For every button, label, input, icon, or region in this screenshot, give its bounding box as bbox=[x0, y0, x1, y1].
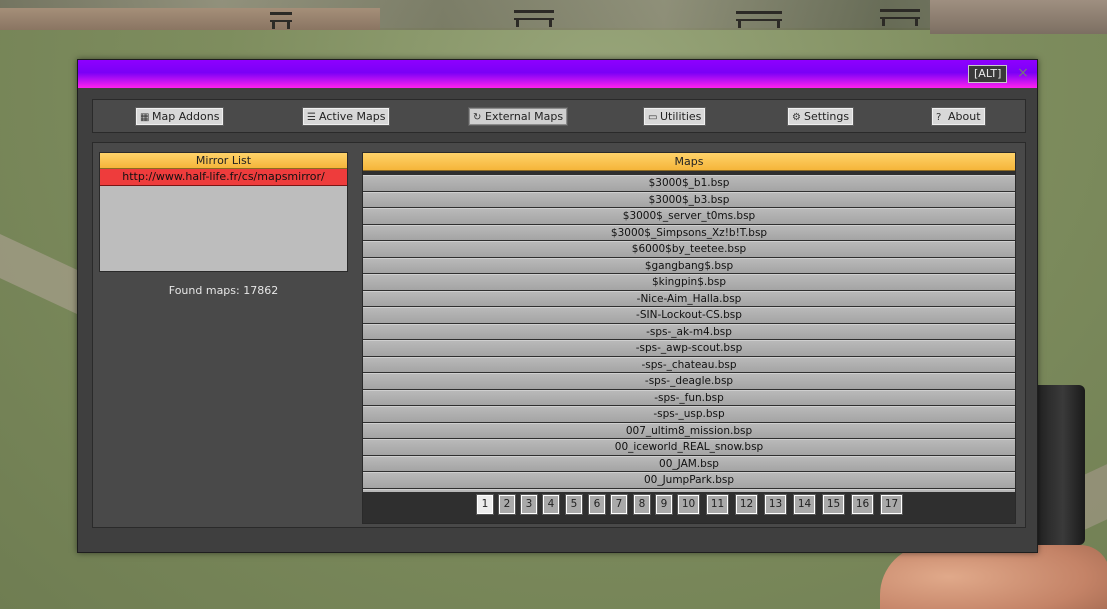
map-list-item[interactable]: 00_JumpPark.bsp bbox=[363, 472, 1015, 488]
map-list-item[interactable]: $3000$_b1.bsp bbox=[363, 175, 1015, 191]
stone-wall-right bbox=[930, 0, 1107, 34]
external-maps-button[interactable]: ↻ External Maps bbox=[468, 107, 569, 126]
page-button-17[interactable]: 17 bbox=[881, 495, 902, 514]
settings-button[interactable]: ⚙ Settings bbox=[787, 107, 855, 126]
map-list-item[interactable]: $gangbang$.bsp bbox=[363, 257, 1015, 273]
map-addons-label: Map Addons bbox=[152, 110, 220, 123]
close-button[interactable]: × bbox=[1015, 63, 1031, 83]
utilities-button[interactable]: ▭ Utilities bbox=[643, 107, 707, 126]
page-button-3[interactable]: 3 bbox=[521, 495, 537, 514]
page-button-14[interactable]: 14 bbox=[794, 495, 815, 514]
map-list-item[interactable]: -sps-_fun.bsp bbox=[363, 389, 1015, 405]
map-list-item[interactable]: $3000$_b3.bsp bbox=[363, 191, 1015, 207]
map-list-item[interactable]: 00_JAM.bsp bbox=[363, 455, 1015, 471]
grid-icon: ▦ bbox=[140, 112, 150, 123]
settings-label: Settings bbox=[804, 110, 850, 123]
map-list-item[interactable]: $3000$_Simpsons_Xz!b!T.bsp bbox=[363, 224, 1015, 240]
pagination: 1 2 3 4 5 6 7 8 9 10 11 12 13 14 15 16 17 bbox=[363, 494, 1015, 516]
page-button-1[interactable]: 1 bbox=[477, 495, 493, 514]
map-addons-button[interactable]: ▦ Map Addons bbox=[135, 107, 225, 126]
mirror-list-header: Mirror List bbox=[100, 153, 347, 169]
page-button-15[interactable]: 15 bbox=[823, 495, 844, 514]
active-maps-label: Active Maps bbox=[319, 110, 386, 123]
player-hand bbox=[880, 545, 1107, 609]
park-bench bbox=[270, 12, 292, 29]
question-icon: ? bbox=[936, 112, 942, 123]
found-maps-count: Found maps: 17862 bbox=[168, 284, 279, 297]
utilities-label: Utilities bbox=[660, 110, 702, 123]
page-button-13[interactable]: 13 bbox=[765, 495, 786, 514]
map-list-item[interactable]: -sps-_deagle.bsp bbox=[363, 373, 1015, 389]
weapon-viewmodel bbox=[1030, 385, 1085, 545]
maps-panel: Maps $3000$_b1.bsp $3000$_b3.bsp $3000$_se… bbox=[362, 152, 1016, 524]
external-maps-label: External Maps bbox=[485, 110, 564, 123]
page-button-12[interactable]: 12 bbox=[736, 495, 757, 514]
external-icon: ↻ bbox=[473, 112, 482, 123]
page-button-9[interactable]: 9 bbox=[656, 495, 672, 514]
mirror-list-panel: Mirror List http://www.half-life.fr/cs/m… bbox=[99, 152, 348, 272]
page-button-11[interactable]: 11 bbox=[707, 495, 728, 514]
title-bar[interactable]: [ALT] × bbox=[78, 60, 1037, 88]
page-button-6[interactable]: 6 bbox=[589, 495, 605, 514]
map-list-item[interactable]: -sps-_ak-m4.bsp bbox=[363, 323, 1015, 339]
page-button-4[interactable]: 4 bbox=[543, 495, 559, 514]
park-bench bbox=[514, 10, 554, 27]
active-maps-button[interactable]: ☰ Active Maps bbox=[302, 107, 391, 126]
map-list-item[interactable]: $3000$_server_t0ms.bsp bbox=[363, 208, 1015, 224]
list-icon: ☰ bbox=[307, 112, 316, 123]
about-button[interactable]: ? About bbox=[931, 107, 986, 126]
map-list-item[interactable]: -SIN-Lockout-CS.bsp bbox=[363, 307, 1015, 323]
map-list-item[interactable]: 00_iceworld_REAL_snow.bsp bbox=[363, 439, 1015, 455]
mirror-list-item[interactable]: http://www.half-life.fr/cs/mapsmirror/ bbox=[100, 169, 347, 186]
park-bench bbox=[736, 11, 782, 28]
page-button-8[interactable]: 8 bbox=[634, 495, 650, 514]
page-button-16[interactable]: 16 bbox=[852, 495, 873, 514]
map-list-item[interactable]: $kingpin$.bsp bbox=[363, 274, 1015, 290]
keyboard-icon: ▭ bbox=[648, 112, 658, 123]
maps-list[interactable]: $3000$_b1.bsp $3000$_b3.bsp $3000$_server_… bbox=[363, 175, 1015, 492]
content-area: Mirror List http://www.half-life.fr/cs/m… bbox=[92, 142, 1026, 528]
page-button-5[interactable]: 5 bbox=[566, 495, 582, 514]
map-list-item[interactable]: -sps-_chateau.bsp bbox=[363, 356, 1015, 372]
stone-wall bbox=[0, 8, 380, 30]
map-list-item[interactable]: 007_ultim8_mission.bsp bbox=[363, 422, 1015, 438]
about-label: About bbox=[948, 110, 981, 123]
map-manager-window: [ALT] × ▦ Map Addons ☰ Active Maps ↻ Extern… bbox=[77, 59, 1038, 553]
main-toolbar: ▦ Map Addons ☰ Active Maps ↻ External Maps … bbox=[92, 99, 1026, 133]
map-list-item[interactable]: -Nice-Aim_Halla.bsp bbox=[363, 290, 1015, 306]
page-button-10[interactable]: 10 bbox=[678, 495, 699, 514]
park-bench bbox=[880, 9, 920, 26]
alt-hint-badge: [ALT] bbox=[968, 65, 1008, 83]
map-list-item[interactable]: 09pyramid.bsp bbox=[363, 488, 1015, 492]
page-button-2[interactable]: 2 bbox=[499, 495, 515, 514]
maps-header: Maps bbox=[363, 153, 1015, 171]
map-list-item[interactable]: -sps-_awp-scout.bsp bbox=[363, 340, 1015, 356]
map-list-item[interactable]: -sps-_usp.bsp bbox=[363, 406, 1015, 422]
map-list-item[interactable]: $6000$by_teetee.bsp bbox=[363, 241, 1015, 257]
gear-icon: ⚙ bbox=[792, 112, 801, 123]
page-button-7[interactable]: 7 bbox=[611, 495, 627, 514]
